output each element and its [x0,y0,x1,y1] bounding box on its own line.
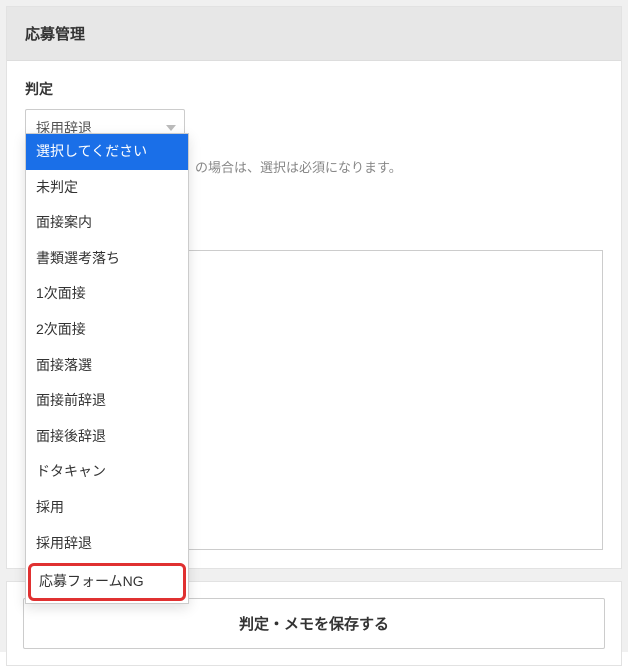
judgement-option[interactable]: 採用辞退 [26,526,188,562]
save-button[interactable]: 判定・メモを保存する [23,598,605,649]
judgement-option[interactable]: 面接落選 [26,348,188,384]
judgement-option[interactable]: 1次面接 [26,276,188,312]
judgement-option[interactable]: 選択してください [26,134,188,170]
application-panel: 応募管理 判定 採用辞退 の場合は、選択は必須になります。 選択してください未判… [6,6,622,569]
judgement-option[interactable]: 面接前辞退 [26,383,188,419]
judgement-option[interactable]: ドタキャン [26,454,188,490]
judgement-option[interactable]: 応募フォームNG [28,563,186,601]
panel-title: 応募管理 [7,7,621,61]
panel-body: 判定 採用辞退 の場合は、選択は必須になります。 選択してください未判定面接案内… [7,61,621,568]
judgement-helper-text: の場合は、選択は必須になります。 [195,157,603,176]
judgement-option[interactable]: 書類選考落ち [26,241,188,277]
judgement-field-label: 判定 [25,79,603,99]
judgement-option[interactable]: 未判定 [26,170,188,206]
judgement-option[interactable]: 面接後辞退 [26,419,188,455]
judgement-option[interactable]: 採用 [26,490,188,526]
chevron-down-icon [166,125,176,131]
judgement-option[interactable]: 面接案内 [26,205,188,241]
judgement-option[interactable]: 2次面接 [26,312,188,348]
page-root: 応募管理 判定 採用辞退 の場合は、選択は必須になります。 選択してください未判… [0,0,628,652]
judgement-dropdown[interactable]: 選択してください未判定面接案内書類選考落ち1次面接2次面接面接落選面接前辞退面接… [25,133,189,604]
